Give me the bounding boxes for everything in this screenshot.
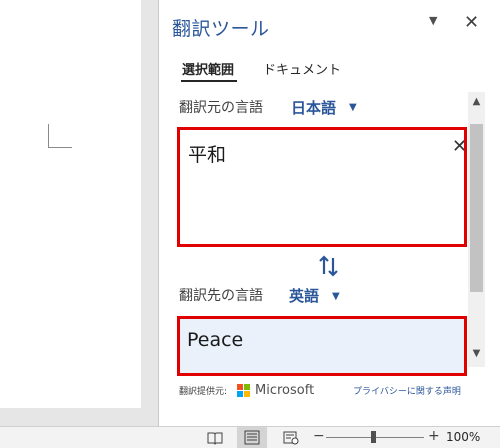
tab-selection[interactable]: 選択範囲 <box>182 59 234 78</box>
translated-text: Peace <box>187 329 244 351</box>
read-mode-icon[interactable] <box>207 430 223 445</box>
zoom-level[interactable]: 100% <box>446 430 480 444</box>
document-page[interactable] <box>0 0 141 408</box>
translator-pane: 翻訳ツール ▼ ✕ 選択範囲 ドキュメント 翻訳元の言語 日本語 ▼ 平和 ✕ … <box>159 0 500 426</box>
zoom-slider-thumb[interactable] <box>371 431 376 443</box>
chevron-down-icon[interactable]: ▼ <box>332 291 340 302</box>
vertical-scrollbar[interactable]: ▲ ▼ <box>468 92 485 367</box>
scroll-down-icon[interactable]: ▼ <box>468 348 485 359</box>
scroll-thumb[interactable] <box>470 124 483 292</box>
document-area[interactable] <box>0 0 158 426</box>
target-language-dropdown[interactable]: 英語 <box>289 285 319 306</box>
status-bar: − + 100% <box>0 426 500 448</box>
attribution-label: 翻訳提供元: <box>179 387 228 397</box>
scroll-up-icon[interactable]: ▲ <box>468 96 485 107</box>
privacy-statement-link[interactable]: プライバシーに関する声明 <box>353 384 461 397</box>
print-layout-icon[interactable] <box>237 427 267 448</box>
swap-arrows-icon <box>319 255 338 277</box>
target-language-label: 翻訳先の言語 <box>179 288 263 304</box>
pane-title: 翻訳ツール <box>172 18 270 40</box>
swap-languages-icon[interactable] <box>317 254 341 284</box>
web-layout-icon[interactable] <box>283 430 299 445</box>
provider-name: Microsoft <box>255 383 315 398</box>
microsoft-logo-icon <box>237 384 251 398</box>
source-text-box[interactable]: 平和 ✕ <box>177 127 467 247</box>
zoom-in-button[interactable]: + <box>428 428 440 444</box>
source-language-label: 翻訳元の言語 <box>179 100 263 116</box>
active-tab-indicator <box>181 80 237 82</box>
target-text-box[interactable]: Peace <box>177 316 467 376</box>
close-icon[interactable]: ✕ <box>464 12 479 33</box>
clear-icon[interactable]: ✕ <box>452 136 467 157</box>
chevron-down-icon[interactable]: ▼ <box>349 102 357 113</box>
source-text[interactable]: 平和 <box>188 140 226 167</box>
zoom-out-button[interactable]: − <box>313 428 325 444</box>
tab-document[interactable]: ドキュメント <box>263 59 341 78</box>
text-margin-mark <box>48 124 72 148</box>
source-language-dropdown[interactable]: 日本語 <box>291 97 336 118</box>
pane-options-icon[interactable]: ▼ <box>429 14 437 27</box>
